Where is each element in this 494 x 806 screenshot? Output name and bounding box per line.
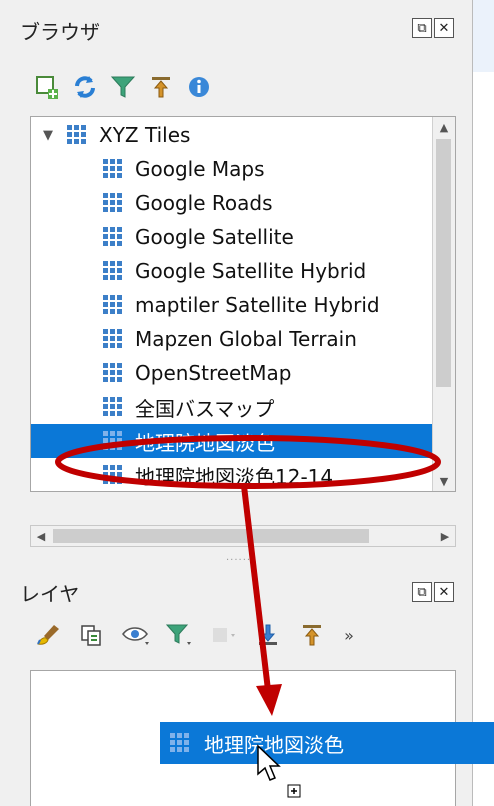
tile-layer-icon <box>103 431 122 450</box>
scroll-left-icon[interactable]: ◀ <box>31 526 51 546</box>
tree-item-label: Mapzen Global Terrain <box>135 327 357 351</box>
collapse-all-icon[interactable] <box>142 70 180 104</box>
tree-item-label: Google Roads <box>135 191 273 215</box>
tree-item-label: OpenStreetMap <box>135 361 292 385</box>
tree-item-openstreetmap[interactable]: OpenStreetMap <box>31 356 435 390</box>
tile-layer-icon <box>103 465 122 484</box>
tile-layer-icon <box>170 733 189 752</box>
tree-item-label: Google Satellite Hybrid <box>135 259 367 283</box>
layers-toolbar: » <box>26 618 364 652</box>
tree-horizontal-scrollbar[interactable]: ◀ ▶ <box>30 525 456 547</box>
scroll-thumb[interactable] <box>436 139 451 387</box>
refresh-icon[interactable] <box>66 70 104 104</box>
tile-layer-icon <box>103 261 122 280</box>
map-canvas-edge <box>472 0 494 806</box>
layers-close-button[interactable]: ✕ <box>434 582 454 602</box>
filter-legend-icon[interactable] <box>158 618 202 652</box>
tree-item-label: maptiler Satellite Hybrid <box>135 293 380 317</box>
tree-item-label: 地理院地図淡色12-14 <box>135 464 334 489</box>
browser-close-button[interactable]: ✕ <box>434 18 454 38</box>
filter-expression-icon[interactable] <box>202 618 246 652</box>
tree-item-mapzen-global-terrain[interactable]: Mapzen Global Terrain <box>31 322 435 356</box>
add-layer-icon[interactable] <box>28 70 66 104</box>
visibility-eye-icon[interactable] <box>114 618 158 652</box>
scroll-thumb[interactable] <box>53 529 369 543</box>
tile-layer-icon <box>103 193 122 212</box>
scroll-right-icon[interactable]: ▶ <box>435 526 455 546</box>
layers-panel-controls: ⧉ ✕ <box>412 582 454 602</box>
expand-arrow-icon[interactable]: ▼ <box>43 128 53 143</box>
tile-layer-icon <box>103 159 122 178</box>
scroll-down-icon[interactable]: ▼ <box>433 471 455 491</box>
tree-item-google-satellite[interactable]: Google Satellite <box>31 220 435 254</box>
tree-item-label: Google Satellite <box>135 225 294 249</box>
tree-root-xyz-tiles[interactable]: ▼ XYZ Tiles <box>31 118 435 152</box>
tree-item-maptiler-satellite-hybrid[interactable]: maptiler Satellite Hybrid <box>31 288 435 322</box>
tree-item-label: Google Maps <box>135 157 265 181</box>
tile-layer-icon <box>103 295 122 314</box>
tile-layer-icon <box>103 329 122 348</box>
panel-splitter[interactable]: ······ <box>226 555 251 566</box>
add-group-icon[interactable] <box>70 618 114 652</box>
browser-panel-title: ブラウザ <box>20 20 100 44</box>
tree-item-google-maps[interactable]: Google Maps <box>31 152 435 186</box>
collapse-all-icon[interactable] <box>290 618 334 652</box>
tree-item-chiriin-pale-12-14[interactable]: 地理院地図淡色12-14 <box>31 458 435 491</box>
tile-layer-icon <box>103 397 122 416</box>
drag-ghost-item: 地理院地図淡色 <box>160 722 494 764</box>
drag-ghost-label: 地理院地図淡色 <box>204 732 344 757</box>
browser-tree[interactable]: ▼ XYZ Tiles Google Maps Google Roads Goo… <box>30 116 456 492</box>
layers-float-button[interactable]: ⧉ <box>412 582 432 602</box>
xyz-tiles-icon <box>67 125 86 144</box>
tree-item-chiriin-pale[interactable]: 地理院地図淡色 <box>31 424 435 458</box>
tree-item-label: XYZ Tiles <box>99 123 191 147</box>
tree-item-google-roads[interactable]: Google Roads <box>31 186 435 220</box>
tree-vertical-scrollbar[interactable]: ▲ ▼ <box>432 117 455 491</box>
browser-float-button[interactable]: ⧉ <box>412 18 432 38</box>
tree-item-label: 地理院地図淡色 <box>135 430 275 455</box>
expand-all-icon[interactable] <box>246 618 290 652</box>
scroll-up-icon[interactable]: ▲ <box>433 117 455 137</box>
filter-icon[interactable] <box>104 70 142 104</box>
browser-panel-controls: ⧉ ✕ <box>412 18 454 38</box>
tile-layer-icon <box>103 227 122 246</box>
tile-layer-icon <box>103 363 122 382</box>
tree-item-zenkoku-bus-map[interactable]: 全国バスマップ <box>31 390 435 424</box>
layers-panel-title: レイヤ <box>20 582 80 606</box>
style-brush-icon[interactable] <box>26 618 70 652</box>
map-canvas-tab-strip <box>473 0 494 72</box>
tree-item-google-satellite-hybrid[interactable]: Google Satellite Hybrid <box>31 254 435 288</box>
tree-item-label: 全国バスマップ <box>135 396 275 421</box>
toolbar-overflow-button[interactable]: » <box>334 618 364 652</box>
info-icon[interactable] <box>180 70 218 104</box>
browser-toolbar <box>28 70 218 104</box>
